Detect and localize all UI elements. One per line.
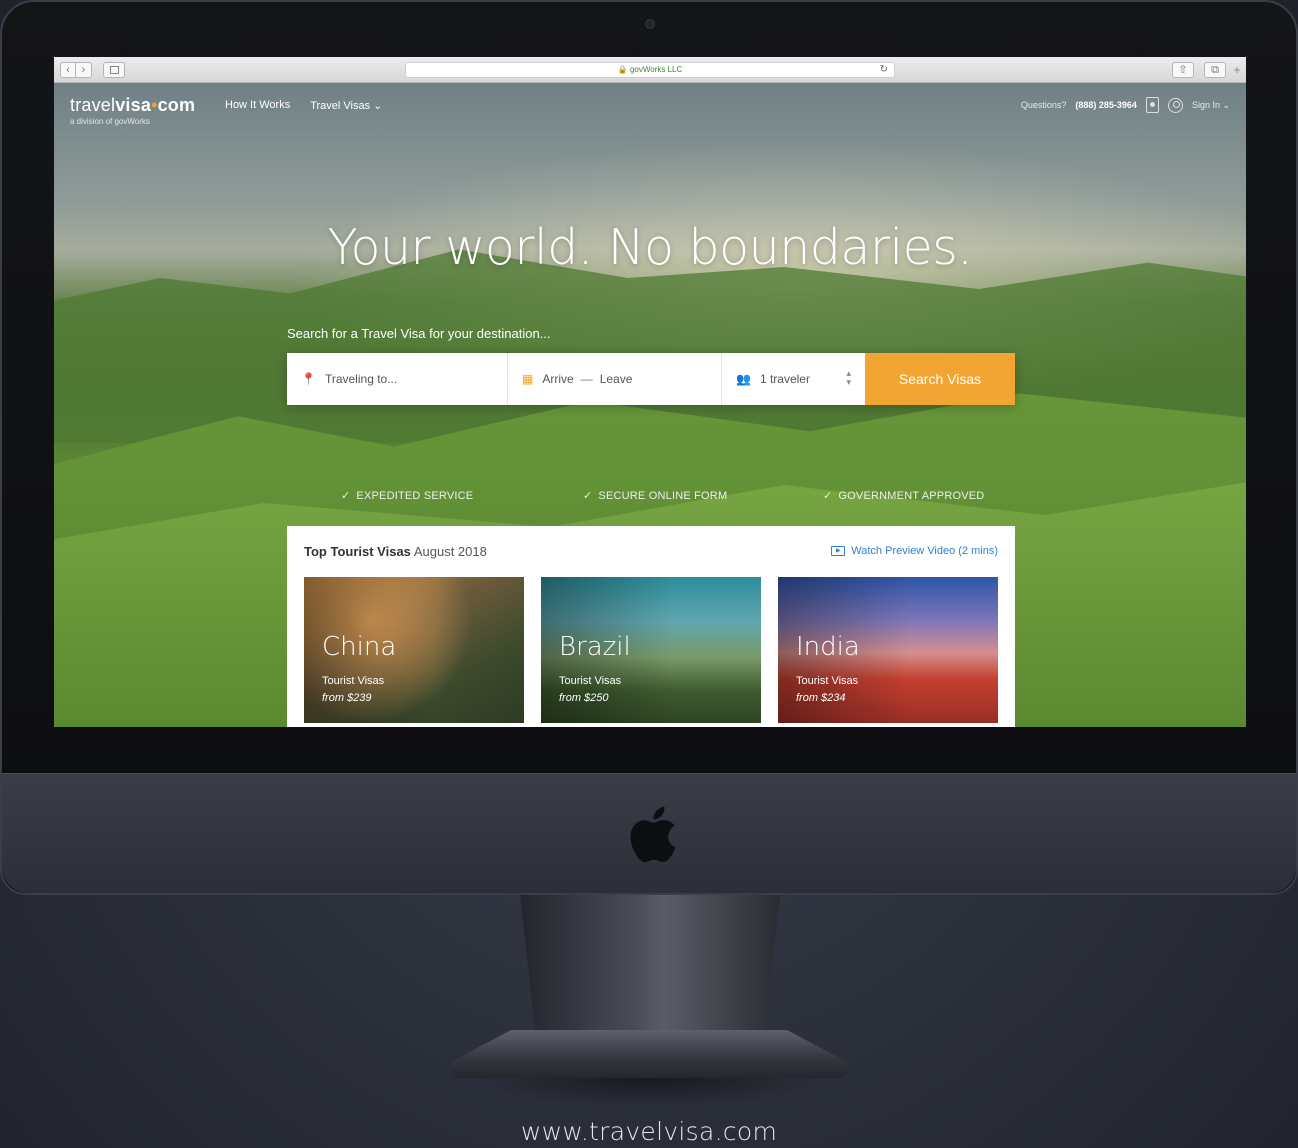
search-label: Search for a Travel Visa for your destin… [287,326,551,341]
camera [645,19,655,29]
browser-actions: ⇧ ⧉ [1172,62,1226,78]
leave-label: Leave [599,372,633,386]
footer-url: www.travelvisa.com [520,1117,778,1146]
card-country: China [322,632,397,662]
map-pin-icon: 📍 [301,372,316,386]
date-range-input[interactable]: ▦ Arrive — Leave [508,353,722,405]
screen: ‹ › 🔒 govWorks LLC ↻ ⇧ ⧉ + travelvisa•co… [54,57,1246,727]
back-button[interactable]: ‹ [60,62,76,78]
address-bar[interactable]: 🔒 govWorks LLC ↻ [405,62,895,78]
visa-card-china[interactable]: China Tourist Visas from $239 [304,577,524,723]
sidebar-icon [110,66,119,74]
tabs-button[interactable]: ⧉ [1204,62,1226,78]
sidebar-toggle-button[interactable] [103,62,125,78]
panel-title: Top Tourist Visas August 2018 [304,544,487,559]
card-price: from $234 [796,692,846,704]
traveler-count-select[interactable]: 👥 1 traveler ▴ ▾ [722,353,865,405]
sign-in-link[interactable]: Sign In ⌄ [1192,100,1230,111]
destination-input[interactable]: 📍 Traveling to... [287,353,508,405]
nav-travel-visas[interactable]: Travel Visas ⌄ [310,99,382,112]
new-tab-button[interactable]: + [1230,62,1244,78]
panel-month: August 2018 [413,544,487,559]
imac-frame: ‹ › 🔒 govWorks LLC ↻ ⇧ ⧉ + travelvisa•co… [0,0,1298,895]
feature-expedited: ✓ EXPEDITED SERVICE [341,490,474,502]
stand-shadow [470,1078,828,1108]
card-price: from $239 [322,692,372,704]
watch-video-link[interactable]: ▶ Watch Preview Video (2 mins) [831,545,998,557]
imac-stand-neck [520,895,780,1035]
feature-approved: ✓ GOVERNMENT APPROVED [823,490,985,502]
nav-how-it-works[interactable]: How It Works [225,99,290,112]
apple-logo [630,806,676,863]
hero-headline: Your world. No boundaries. [327,219,973,276]
check-circle-icon: ✓ [341,490,351,502]
card-price: from $250 [559,692,609,704]
header-right: Questions? (888) 285-3964 Sign In ⌄ [1021,97,1230,113]
search-visas-button[interactable]: Search Visas [865,353,1015,405]
top-visas-panel: Top Tourist Visas August 2018 ▶ Watch Pr… [287,526,1015,727]
stepper-icon[interactable]: ▴ ▾ [846,369,851,387]
visa-card-india[interactable]: India Tourist Visas from $234 [778,577,998,723]
share-button[interactable]: ⇧ [1172,62,1194,78]
logo-subtitle: a division of govWorks [70,117,150,126]
user-icon[interactable] [1167,97,1183,113]
forward-button[interactable]: › [76,62,92,78]
logo-wordmark: travelvisa•com [70,95,196,115]
people-icon: 👥 [736,372,751,386]
visa-cards: China Tourist Visas from $239 Brazil Tou… [304,577,998,723]
destination-placeholder: Traveling to... [324,372,398,386]
questions-label: Questions? [1020,100,1067,110]
card-country: Brazil [559,632,631,662]
site-logo[interactable]: travelvisa•com a division of govWorks [70,95,195,126]
card-country: India [796,632,860,662]
arrive-label: Arrive [542,372,574,386]
browser-toolbar: ‹ › 🔒 govWorks LLC ↻ ⇧ ⧉ + [54,57,1246,83]
card-type: Tourist Visas [559,675,622,687]
reload-icon[interactable]: ↻ [880,63,888,77]
check-circle-icon: ✓ [583,490,593,502]
site-nav: How It Works Travel Visas ⌄ [225,99,382,112]
feature-secure: ✓ SECURE ONLINE FORM [583,490,728,502]
passport-icon[interactable] [1145,97,1159,113]
card-type: Tourist Visas [322,675,385,687]
play-icon: ▶ [831,546,846,556]
browser-nav: ‹ › [60,62,92,78]
check-circle-icon: ✓ [823,490,833,502]
date-dash: — [580,372,593,386]
imac-stand-base [452,1030,846,1078]
calendar-icon: ▦ [522,372,534,386]
card-type: Tourist Visas [796,675,859,687]
visa-search-form: 📍 Traveling to... ▦ Arrive — Leave 👥 1 t… [287,353,1015,405]
lock-icon: 🔒 [617,65,628,74]
phone-number[interactable]: (888) 285-3964 [1075,100,1137,110]
address-text: govWorks LLC [629,65,683,74]
visa-card-brazil[interactable]: Brazil Tourist Visas from $250 [541,577,761,723]
traveler-count: 1 traveler [759,372,810,386]
